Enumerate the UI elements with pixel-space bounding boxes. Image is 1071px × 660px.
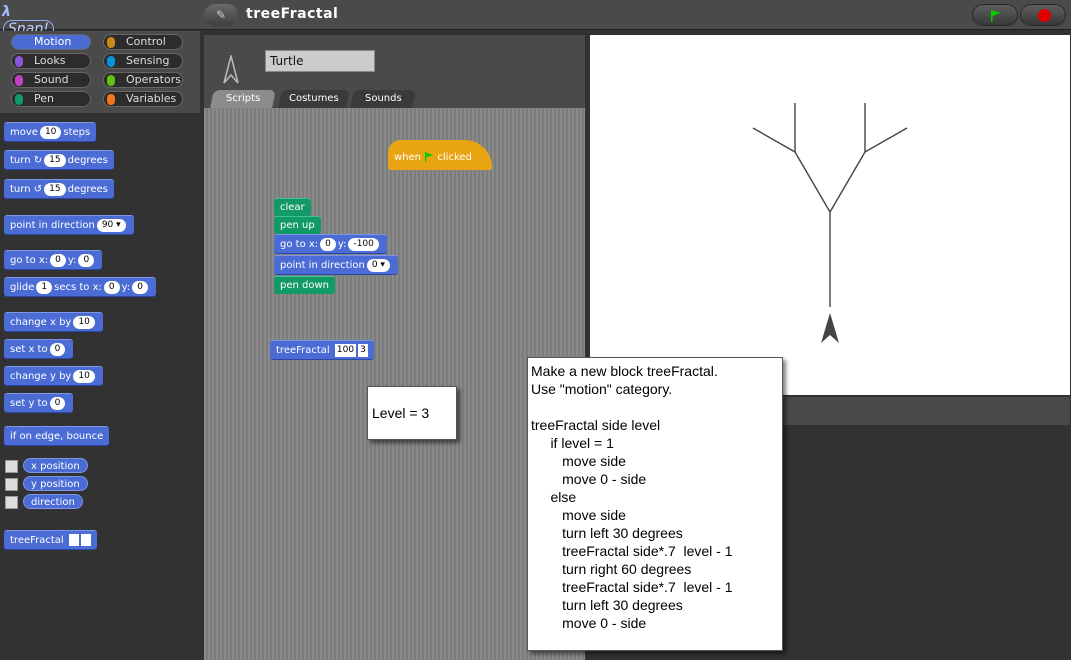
when-flag-clicked-hat-block[interactable]: when clicked bbox=[388, 140, 492, 170]
category-operators[interactable]: Operators bbox=[103, 72, 183, 88]
set-y-block[interactable]: set y to 0 bbox=[4, 393, 74, 413]
level-note: Level = 3 bbox=[367, 386, 457, 440]
green-flag-icon bbox=[425, 152, 434, 162]
direction-checkbox[interactable] bbox=[5, 496, 18, 509]
side-input[interactable]: 100 bbox=[334, 343, 357, 357]
tab-costumes[interactable]: Costumes bbox=[278, 90, 350, 108]
level-input[interactable] bbox=[80, 534, 91, 546]
category-label: Operators bbox=[126, 73, 181, 86]
set-x-block[interactable]: set x to 0 bbox=[4, 339, 74, 359]
y-position-checkbox[interactable] bbox=[5, 478, 18, 491]
category-color-pip bbox=[107, 37, 115, 48]
tab-scripts[interactable]: Scripts bbox=[210, 90, 276, 108]
category-variables[interactable]: Variables bbox=[103, 91, 183, 107]
glide-block[interactable]: glide 1 secs to x: 0 y: 0 bbox=[4, 277, 156, 297]
stop-button[interactable] bbox=[1020, 4, 1066, 26]
change-y-block[interactable]: change y by 10 bbox=[4, 366, 103, 386]
y-input[interactable]: 0 bbox=[78, 253, 95, 267]
snap-logo[interactable]: λSnap! bbox=[2, 4, 54, 38]
direction-dropdown[interactable]: 90 ▾ bbox=[96, 218, 126, 232]
category-label: Sensing bbox=[126, 54, 170, 67]
level-input[interactable]: 3 bbox=[358, 343, 368, 357]
dy-input[interactable]: 10 bbox=[73, 369, 95, 383]
script-go-to-xy-block[interactable]: go to x: 0 y: -100 bbox=[274, 234, 387, 254]
category-color-pip bbox=[107, 75, 115, 86]
stage[interactable] bbox=[590, 35, 1070, 395]
category-label: Pen bbox=[34, 92, 54, 105]
sprite-name-field[interactable]: Turtle bbox=[265, 50, 375, 72]
go-to-xy-block[interactable]: go to x: 0 y: 0 bbox=[4, 250, 103, 270]
category-color-pip bbox=[15, 37, 23, 48]
sprite-turtle-icon bbox=[223, 55, 239, 84]
turn-right-block[interactable]: turn ↻ 15 degrees bbox=[4, 150, 114, 170]
x-input[interactable]: 0 bbox=[49, 342, 66, 356]
pen-down-block[interactable]: pen down bbox=[274, 276, 335, 294]
x-position-reporter[interactable]: x position bbox=[23, 458, 88, 473]
category-label: Looks bbox=[34, 54, 66, 67]
instructions-note: Make a new block treeFractal. Use "motio… bbox=[527, 357, 783, 651]
x-input[interactable]: 0 bbox=[50, 253, 66, 267]
tab-sounds[interactable]: Sounds bbox=[350, 90, 416, 108]
tree-fractal-custom-block[interactable]: treeFractal bbox=[4, 530, 97, 550]
category-sound[interactable]: Sound bbox=[11, 72, 91, 88]
turn-left-block[interactable]: turn ↺ 15 degrees bbox=[4, 179, 114, 199]
tree-fractal-drawing bbox=[752, 103, 908, 343]
project-menu-button[interactable]: ✎ bbox=[204, 4, 238, 26]
y-input[interactable]: 0 bbox=[49, 396, 66, 410]
category-looks[interactable]: Looks bbox=[11, 53, 91, 69]
degrees-input[interactable]: 15 bbox=[44, 153, 66, 167]
secs-input[interactable]: 1 bbox=[36, 280, 53, 294]
x-input[interactable]: 0 bbox=[103, 280, 120, 294]
category-control[interactable]: Control bbox=[103, 34, 183, 50]
change-x-block[interactable]: change x by 10 bbox=[4, 312, 103, 332]
x-input[interactable]: 0 bbox=[320, 237, 336, 251]
category-color-pip bbox=[107, 94, 115, 105]
x-position-checkbox[interactable] bbox=[5, 460, 18, 473]
category-label: Sound bbox=[34, 73, 69, 86]
pen-up-block[interactable]: pen up bbox=[274, 216, 321, 234]
tree-fractal-call-block[interactable]: treeFractal 100 3 bbox=[270, 340, 374, 360]
category-label: Motion bbox=[34, 35, 72, 48]
category-color-pip bbox=[107, 56, 115, 67]
category-color-pip bbox=[15, 75, 23, 86]
category-color-pip bbox=[15, 56, 23, 67]
point-in-direction-block[interactable]: point in direction 90 ▾ bbox=[4, 215, 134, 235]
category-label: Variables bbox=[126, 92, 177, 105]
pencil-icon: ✎ bbox=[215, 8, 227, 22]
category-color-pip bbox=[15, 94, 23, 105]
clockwise-icon: ↻ bbox=[33, 155, 43, 166]
script-point-in-direction-block[interactable]: point in direction 0 ▾ bbox=[274, 255, 398, 275]
y-position-reporter[interactable]: y position bbox=[23, 476, 88, 491]
stop-icon bbox=[1038, 9, 1051, 22]
direction-dropdown[interactable]: 0 ▾ bbox=[366, 258, 390, 272]
category-label: Control bbox=[126, 35, 166, 48]
side-input[interactable] bbox=[68, 534, 79, 546]
y-input[interactable]: 0 bbox=[132, 280, 148, 294]
move-steps-block[interactable]: move 10 steps bbox=[4, 122, 97, 142]
category-pen[interactable]: Pen bbox=[11, 91, 91, 107]
y-input[interactable]: -100 bbox=[348, 237, 379, 251]
project-title: treeFractal bbox=[246, 6, 339, 22]
turtle-sprite[interactable] bbox=[821, 313, 839, 343]
direction-reporter[interactable]: direction bbox=[23, 494, 83, 509]
top-bar bbox=[0, 0, 1071, 30]
counterclockwise-icon: ↺ bbox=[33, 184, 43, 195]
category-sensing[interactable]: Sensing bbox=[103, 53, 183, 69]
green-flag-button[interactable] bbox=[972, 4, 1018, 26]
green-flag-icon bbox=[991, 10, 1001, 22]
steps-input[interactable]: 10 bbox=[39, 125, 62, 139]
bounce-block[interactable]: if on edge, bounce bbox=[4, 426, 110, 446]
degrees-input[interactable]: 15 bbox=[44, 182, 66, 196]
category-motion[interactable]: Motion bbox=[11, 34, 91, 50]
dx-input[interactable]: 10 bbox=[73, 315, 95, 329]
clear-block[interactable]: clear bbox=[274, 198, 311, 216]
